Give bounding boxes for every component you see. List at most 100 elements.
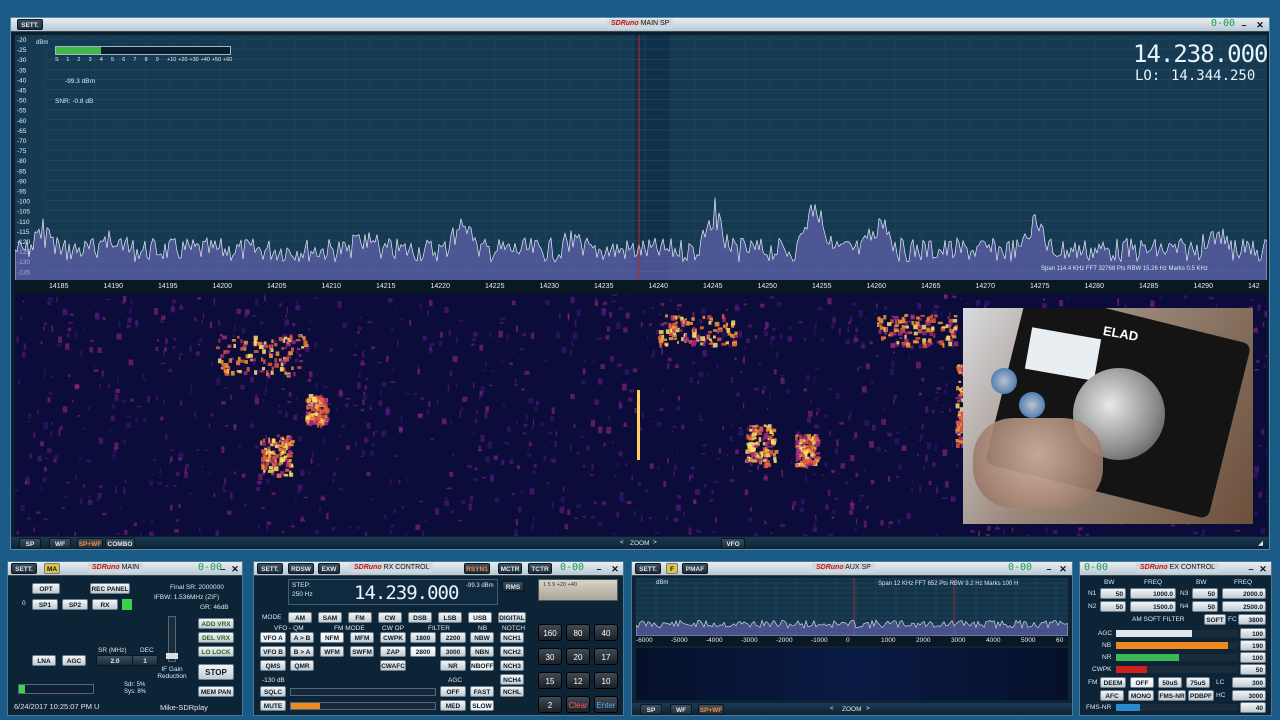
add-vrx-button[interactable]: ADD VRX <box>198 618 234 629</box>
ex-control-titlebar[interactable]: 0-00 SDRuno EX CONTROL – ✕ <box>1080 562 1271 576</box>
stop-button[interactable]: STOP <box>198 664 234 680</box>
rsyn-button[interactable]: RSYN1 <box>464 563 490 574</box>
agc-level-slider[interactable] <box>1116 630 1238 637</box>
mode-cw-button[interactable]: CW <box>378 612 402 623</box>
n2-freq-input[interactable]: 1500.0 <box>1130 601 1176 612</box>
sp1-button[interactable]: SP1 <box>32 599 58 610</box>
zoom-right-icon[interactable]: > <box>653 539 657 546</box>
close-icon[interactable]: ✕ <box>610 564 620 574</box>
step-value[interactable]: 250 Hz <box>292 591 313 598</box>
nch1-button[interactable]: NCH1 <box>500 632 524 643</box>
close-icon[interactable]: ✕ <box>1255 20 1265 30</box>
enter-button[interactable]: Enter <box>594 696 618 713</box>
close-icon[interactable]: ✕ <box>230 564 240 574</box>
if-gain-slider[interactable] <box>166 616 178 662</box>
zoom-left-icon[interactable]: < <box>620 539 624 546</box>
nchl-button[interactable]: NCHL <box>500 686 524 697</box>
mode-digital-button[interactable]: DIGITAL <box>498 612 526 623</box>
if-gain-slider-handle[interactable] <box>166 653 178 659</box>
sqlc-button[interactable]: SQLC <box>260 686 286 697</box>
main-sett-button[interactable]: SETT. <box>11 563 37 574</box>
vfo-a-button[interactable]: VFO A <box>260 632 286 643</box>
lo-frequency[interactable]: 14.344.250 <box>1171 68 1255 84</box>
a-to-b-button[interactable]: A > B <box>290 632 314 643</box>
opt-button[interactable]: OPT <box>32 583 60 594</box>
pmaf-button[interactable]: PMAF <box>682 563 708 574</box>
qms-button[interactable]: QMS <box>260 660 286 671</box>
wf-view-button[interactable]: WF <box>49 538 71 549</box>
mfm-button[interactable]: MFM <box>350 632 374 643</box>
nch4-button[interactable]: NCH4 <box>500 674 524 685</box>
agc-button[interactable]: AGC <box>62 655 86 666</box>
nch3-button[interactable]: NCH3 <box>500 660 524 671</box>
lo-lock-button[interactable]: LO LOCK <box>198 646 234 657</box>
aux-frequency-axis[interactable]: -6000 -5000 -4000 -3000 -2000 -1000 0 1000 2000 3… <box>636 636 1068 646</box>
nr-level-slider[interactable] <box>1116 654 1238 661</box>
rx-sett-button[interactable]: SETT. <box>257 563 283 574</box>
minimize-icon[interactable]: – <box>594 564 604 574</box>
main-frequency-display[interactable]: 14.238.000 <box>1133 40 1268 68</box>
mode-usb-button[interactable]: USB <box>468 612 492 623</box>
deem-button[interactable]: DEEM <box>1100 677 1126 688</box>
dec-select[interactable]: 1 <box>132 655 158 666</box>
aux-zoom-left-icon[interactable]: < <box>830 705 834 712</box>
band-12-button[interactable]: 12 <box>566 672 590 689</box>
b-to-a-button[interactable]: B > A <box>290 646 314 657</box>
band-10-button[interactable]: 10 <box>594 672 618 689</box>
volume-slider[interactable] <box>290 702 436 710</box>
band-17-button[interactable]: 17 <box>594 648 618 665</box>
nch2-button[interactable]: NCH2 <box>500 646 524 657</box>
nr-button[interactable]: NR <box>440 660 466 671</box>
del-vrx-button[interactable]: DEL VRX <box>198 632 234 643</box>
nfm-button[interactable]: NFM <box>320 632 344 643</box>
n1-freq-input[interactable]: 1000.0 <box>1130 588 1176 599</box>
rdsw-button[interactable]: RDSW <box>288 563 314 574</box>
swfm-button[interactable]: SWFM <box>350 646 374 657</box>
filter-3000-button[interactable]: 3000 <box>440 646 466 657</box>
nb-level-slider[interactable] <box>1116 642 1238 649</box>
mctr-button[interactable]: MCTR <box>498 563 522 574</box>
cwpk-level-slider[interactable] <box>1116 666 1238 673</box>
rx-control-titlebar[interactable]: SETT. RDSW EXW SDRuno RX CONTROL RSYN1 M… <box>254 562 623 576</box>
mem-pan-button[interactable]: MEM PAN <box>198 686 234 697</box>
pdbpf-button[interactable]: PDBPF <box>1188 690 1214 701</box>
n4-freq-input[interactable]: 2500.0 <box>1222 601 1266 612</box>
band-160-button[interactable]: 160 <box>538 624 562 641</box>
clear-button[interactable]: Clear <box>566 696 590 713</box>
main-panel-titlebar[interactable]: SETT. MA SDRuno MAIN 0-00 – ✕ <box>8 562 242 576</box>
aux-sp-titlebar[interactable]: SETT. F PMAF SDRuno AUX SP 0-00 – ✕ <box>632 562 1072 576</box>
minimize-icon[interactable]: – <box>1246 564 1256 574</box>
zap-button[interactable]: ZAP <box>380 646 406 657</box>
agc-off-button[interactable]: OFF <box>440 686 466 697</box>
fc-input[interactable]: 3800 <box>1238 614 1266 625</box>
minimize-icon[interactable]: – <box>218 564 228 574</box>
vfo-b-button[interactable]: VFO B <box>260 646 286 657</box>
n3-bw-input[interactable]: 50 <box>1192 588 1218 599</box>
fms-nr-level-slider[interactable] <box>1116 704 1238 711</box>
fms-nr-button[interactable]: FMS-NR <box>1158 690 1186 701</box>
n4-bw-input[interactable]: 50 <box>1192 601 1218 612</box>
aux-wf-button[interactable]: WF <box>670 704 692 715</box>
nbw-button[interactable]: NBW <box>470 632 494 643</box>
agc-med-button[interactable]: MED <box>440 700 466 711</box>
f-button[interactable]: F <box>666 563 678 574</box>
mono-button[interactable]: MONO <box>1128 690 1154 701</box>
qmr-button[interactable]: QMR <box>290 660 314 671</box>
hc-input[interactable]: 3000 <box>1232 690 1266 701</box>
ma-button[interactable]: MA <box>44 563 60 574</box>
band-20-button[interactable]: 20 <box>566 648 590 665</box>
nboff-button[interactable]: NBOFF <box>470 660 494 671</box>
aux-spwf-button[interactable]: SP+WF <box>698 704 724 715</box>
deem-75us-button[interactable]: 75uS <box>1186 677 1210 688</box>
lc-input[interactable]: 300 <box>1232 677 1266 688</box>
main-sp-sett-button[interactable]: SETT. <box>17 19 43 30</box>
rec-panel-button[interactable]: REC PANEL <box>90 583 130 594</box>
spwf-view-button[interactable]: SP+WF <box>77 538 103 549</box>
rms-button[interactable]: RMS <box>502 581 524 592</box>
resize-icon[interactable]: ◢ <box>1258 539 1263 547</box>
tctr-button[interactable]: TCTR <box>528 563 552 574</box>
main-sp-titlebar[interactable]: SETT. SDRuno MAIN SP 0-00 – ✕ <box>11 18 1269 32</box>
close-icon[interactable]: ✕ <box>1258 564 1268 574</box>
aux-waterfall[interactable] <box>636 648 1068 700</box>
cwafc-button[interactable]: CWAFC <box>380 660 406 671</box>
